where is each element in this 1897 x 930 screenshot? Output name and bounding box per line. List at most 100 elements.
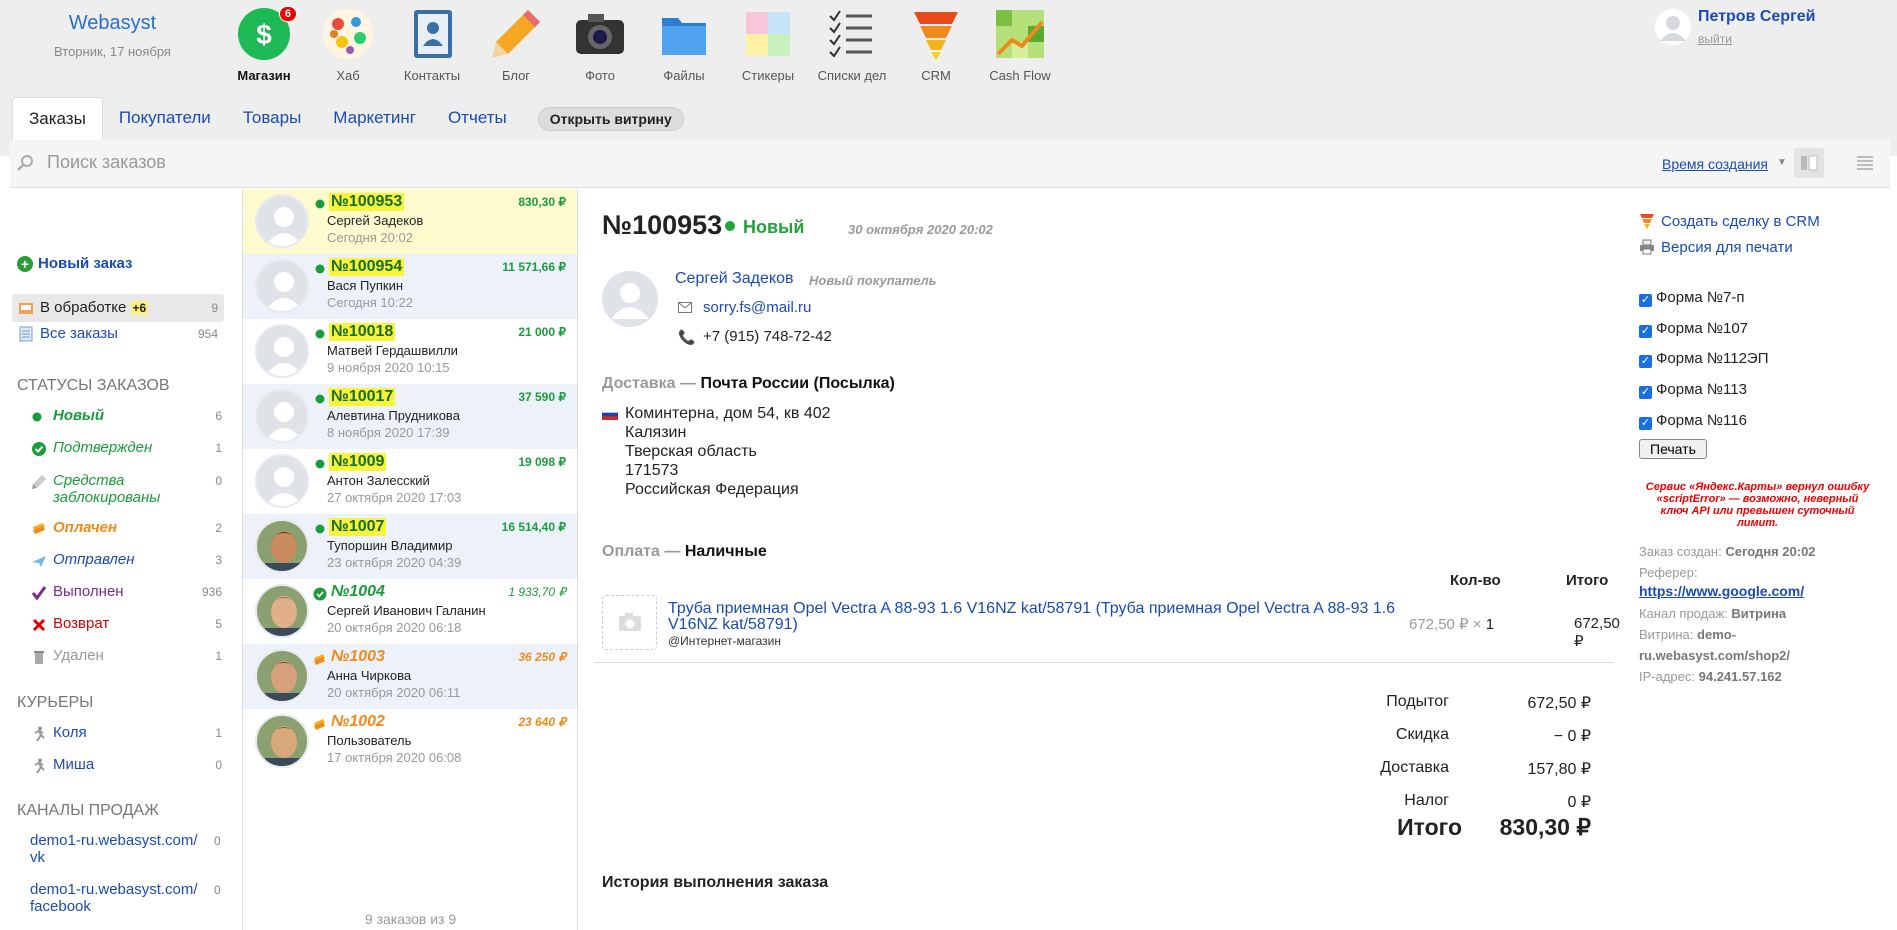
contacts-book-icon [404,6,460,62]
svg-text:$: $ [256,19,272,50]
order-date: 9 ноября 2020 10:15 [327,360,450,375]
courier-label: Миша [53,756,95,773]
channel-facebook[interactable]: demo1-ru.webasyst.com/ facebook 0 [30,881,221,915]
status-count: 2 [215,521,222,535]
total-value: 0 ₽ [1567,794,1591,811]
tab-orders[interactable]: Заказы [12,97,103,140]
caret-down-icon[interactable]: ▼ [1777,157,1787,168]
app-hub[interactable]: Хаб [306,4,390,83]
order-row[interactable]: №1004 Сергей Иванович Галанин 20 октября 2… [243,579,577,644]
channel-count: 0 [214,883,221,897]
tab-reports[interactable]: Отчеты [432,97,523,140]
order-row[interactable]: №10018 Матвей Гердашвилли 9 ноября 2020 10… [243,319,577,384]
order-number: №100954 [329,258,405,276]
courier-count: 0 [215,758,222,772]
status-count: 3 [215,553,222,567]
item-count: 954 [197,327,218,341]
product-storefront: @Интернет-магазин [668,634,781,648]
sort-dropdown[interactable]: Время создания [1662,156,1768,172]
money-icon [313,717,327,731]
open-storefront-button[interactable]: Открыть витрину [537,106,684,131]
runner-icon [34,726,45,742]
brand-name[interactable]: Webasyst [0,12,225,35]
checkbox-checked-icon: ✓ [1639,294,1652,307]
order-row[interactable]: №1009 Антон Залесский 27 октября 2020 17:0… [243,449,577,514]
pencil-lock-icon [32,475,46,489]
new-order-button[interactable]: + Новый заказ [17,255,133,272]
order-row[interactable]: №100953 Сергей Задеков Сегодня 20:02 830,30… [243,189,577,254]
user-name[interactable]: Петров Сергей [1698,8,1815,26]
app-files[interactable]: Файлы [642,4,726,83]
order-row[interactable]: №100954 Вася Пупкин Сегодня 10:22 11 571,66… [243,254,577,319]
order-sum: 11 571,66 ₽ [502,260,566,274]
checklist-icon [824,6,880,62]
create-crm-deal-link[interactable]: Создать сделку в CRM [1639,213,1820,230]
app-blog[interactable]: Блог [474,4,558,83]
print-link-label: Версия для печати [1661,239,1793,256]
status-label: Выполнен [53,583,124,600]
app-contacts[interactable]: Контакты [390,4,474,83]
order-row[interactable]: №10017 Алевтина Прудникова 8 ноября 2020 1… [243,384,577,449]
app-crm[interactable]: CRM [894,4,978,83]
camera-placeholder-icon [619,613,641,631]
customer-avatar [602,271,658,327]
form-checkbox-7p[interactable]: ✓ Форма №7-п [1639,289,1744,307]
app-launcher: $ 6 Магазин Хаб Контакты Блог Фото Файлы… [222,4,1062,83]
order-sum: 830,30 ₽ [518,195,566,209]
grand-total-label: Итого [1397,814,1462,840]
order-row[interactable]: №1002 Пользователь 17 октября 2020 06:08 23… [243,709,577,774]
status-label: Средства заблокированы [53,472,161,506]
tab-customers[interactable]: Покупатели [103,97,227,140]
sidebar-item-processing[interactable]: В обработке +6 9 [12,294,224,322]
product-name-link[interactable]: Труба приемная Opel Vectra A 88-93 1.6 V… [668,601,1398,633]
channel-vk[interactable]: demo1-ru.webasyst.com/ vk 0 [30,832,221,866]
check-circle-icon [313,587,327,601]
sidebar-item-all-orders[interactable]: Все заказы 954 [12,320,224,348]
main-tabs: Заказы Покупатели Товары Маркетинг Отчет… [12,97,684,140]
channel-label: demo1-ru.webasyst.com/ [30,832,198,849]
user-avatar[interactable] [1655,9,1691,45]
logout-link[interactable]: выйти [1698,32,1732,46]
app-stickers[interactable]: Стикеры [726,4,810,83]
order-sum: 1 933,70 ₽ [508,585,566,599]
print-button[interactable]: Печать [1639,439,1707,459]
print-version-link[interactable]: Версия для печати [1639,239,1793,256]
customer-email-link[interactable]: sorry.fs@mail.ru [703,299,811,316]
form-checkbox-112ep[interactable]: ✓ Форма №112ЭП [1639,350,1768,368]
status-label: Новый [53,407,105,424]
split-view-button[interactable] [1794,148,1824,178]
tab-products[interactable]: Товары [227,97,317,140]
referer-label: Реферер: [1639,565,1698,580]
customer-name-link[interactable]: Сергей Задеков [675,270,794,288]
form-checkbox-116[interactable]: ✓ Форма №116 [1639,412,1747,430]
default-avatar-icon [255,454,309,508]
green-dot-icon [313,327,327,341]
app-shop[interactable]: $ 6 Магазин [222,4,306,83]
address-region: Тверская область [625,443,757,460]
money-icon [33,523,45,534]
app-cashflow[interactable]: Cash Flow [978,4,1062,83]
order-sum: 21 000 ₽ [518,325,566,339]
app-label: Фото [585,68,615,83]
orders-count-footer: 9 заказов из 9 [364,911,457,927]
table-view-button[interactable] [1850,148,1880,178]
tab-marketing[interactable]: Маркетинг [317,97,432,140]
inbox-icon [19,303,33,314]
search-input[interactable]: Поиск заказов [47,152,166,173]
created-label: Заказ создан: [1639,544,1722,559]
app-photos[interactable]: Фото [558,4,642,83]
order-row[interactable]: №1007 Тупоршин Владимир 23 октября 2020 04… [243,514,577,579]
order-row[interactable]: №1003 Анна Чиркова 20 октября 2020 06:11 36… [243,644,577,709]
channels-heading: Каналы продаж [17,802,159,819]
app-checklists[interactable]: Списки дел [810,4,894,83]
referer-link[interactable]: https://www.google.com/ [1639,583,1804,599]
order-number: №1003 [331,648,385,665]
customer-photo [255,649,309,703]
new-count-badge: +6 [130,301,149,315]
pencil-icon [488,6,544,62]
form-checkbox-113[interactable]: ✓ Форма №113 [1639,381,1747,399]
check-circle-icon [32,442,46,456]
form-checkbox-107[interactable]: ✓ Форма №107 [1639,320,1748,338]
checkbox-checked-icon: ✓ [1639,417,1652,430]
order-number: №1007 [329,518,387,536]
